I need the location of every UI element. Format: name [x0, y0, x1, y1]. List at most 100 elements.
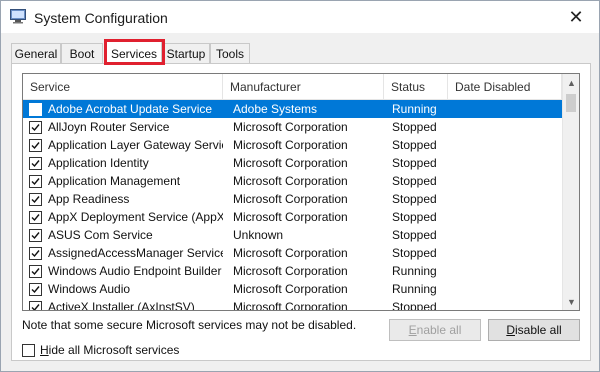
service-name: Application Identity — [48, 156, 149, 170]
column-header-status[interactable]: Status — [384, 74, 448, 100]
column-header-service[interactable]: Service — [23, 74, 223, 100]
services-list[interactable]: Service Manufacturer Status Date Disable… — [22, 73, 580, 311]
service-date-disabled — [456, 154, 556, 172]
service-status: Stopped — [392, 246, 437, 260]
table-row[interactable]: AppX Deployment Service (AppX... Microsof… — [23, 208, 562, 226]
service-date-disabled — [456, 172, 556, 190]
enable-all-label: nable all — [416, 323, 462, 337]
hide-microsoft-services-option[interactable]: Hide all Microsoft services — [22, 342, 179, 358]
service-status: Stopped — [392, 156, 437, 170]
table-row[interactable]: Adobe Acrobat Update Service Adobe System… — [23, 100, 562, 118]
table-row[interactable]: AssignedAccessManager Service Microsoft C… — [23, 244, 562, 262]
table-row[interactable]: Application Management Microsoft Corporat… — [23, 172, 562, 190]
system-config-icon — [10, 9, 26, 24]
service-checkbox[interactable] — [29, 265, 42, 278]
service-status: Stopped — [392, 210, 437, 224]
table-row[interactable]: Application Identity Microsoft Corporatio… — [23, 154, 562, 172]
service-manufacturer: Microsoft Corporation — [233, 192, 348, 206]
service-status: Running — [392, 282, 437, 296]
enable-all-mnemonic: E — [408, 323, 417, 337]
tab-boot[interactable]: Boot — [61, 43, 103, 64]
hide-microsoft-services-label: Hide all Microsoft services — [40, 343, 179, 357]
service-date-disabled — [456, 244, 556, 262]
checkmark-icon — [31, 106, 40, 114]
service-status: Running — [392, 264, 437, 278]
table-row[interactable]: ActiveX Installer (AxInstSV) Microsoft Co… — [23, 298, 562, 311]
service-date-disabled — [456, 226, 556, 244]
disable-all-mnemonic: D — [506, 323, 515, 337]
disable-all-button[interactable]: Disable all — [488, 319, 580, 341]
service-status: Stopped — [392, 174, 437, 188]
checkmark-icon — [31, 178, 40, 186]
service-name: ASUS Com Service — [48, 228, 153, 242]
service-manufacturer: Microsoft Corporation — [233, 264, 348, 278]
checkmark-icon — [31, 142, 40, 150]
service-date-disabled — [456, 190, 556, 208]
table-row[interactable]: Application Layer Gateway Service Microso… — [23, 136, 562, 154]
service-checkbox[interactable] — [29, 193, 42, 206]
service-name: ActiveX Installer (AxInstSV) — [48, 300, 195, 311]
checkmark-icon — [31, 196, 40, 204]
column-header-date-disabled[interactable]: Date Disabled — [448, 74, 562, 100]
service-manufacturer: Microsoft Corporation — [233, 156, 348, 170]
tab-startup[interactable]: Startup — [162, 43, 210, 64]
service-checkbox[interactable] — [29, 121, 42, 134]
service-manufacturer: Microsoft Corporation — [233, 282, 348, 296]
close-button[interactable]: ✕ — [553, 1, 599, 33]
enable-all-button[interactable]: Enable all — [389, 319, 481, 341]
checkmark-icon — [31, 214, 40, 222]
service-checkbox[interactable] — [29, 175, 42, 188]
column-header-manufacturer[interactable]: Manufacturer — [223, 74, 384, 100]
scroll-up-icon[interactable]: ▲ — [563, 74, 579, 91]
table-row[interactable]: AllJoyn Router Service Microsoft Corporat… — [23, 118, 562, 136]
service-manufacturer: Microsoft Corporation — [233, 300, 348, 311]
service-date-disabled — [456, 208, 556, 226]
checkmark-icon — [31, 160, 40, 168]
service-status: Stopped — [392, 300, 437, 311]
service-rows: Adobe Acrobat Update Service Adobe System… — [23, 100, 562, 311]
service-date-disabled — [456, 136, 556, 154]
scrollbar-thumb[interactable] — [566, 94, 576, 112]
tab-services[interactable]: Services — [106, 41, 162, 65]
service-manufacturer: Microsoft Corporation — [233, 174, 348, 188]
service-name: AppX Deployment Service (AppX... — [48, 210, 223, 224]
tab-general[interactable]: General — [11, 43, 61, 64]
service-status: Stopped — [392, 228, 437, 242]
service-date-disabled — [456, 298, 556, 310]
service-checkbox[interactable] — [29, 157, 42, 170]
service-manufacturer: Microsoft Corporation — [233, 120, 348, 134]
table-row[interactable]: Windows Audio Endpoint Builder Microsoft … — [23, 262, 562, 280]
service-checkbox[interactable] — [29, 211, 42, 224]
service-manufacturer: Microsoft Corporation — [233, 138, 348, 152]
service-date-disabled — [456, 100, 556, 118]
service-status: Stopped — [392, 138, 437, 152]
service-manufacturer: Microsoft Corporation — [233, 246, 348, 260]
vertical-scrollbar[interactable]: ▲ ▼ — [562, 74, 579, 310]
checkmark-icon — [31, 124, 40, 132]
service-name: AllJoyn Router Service — [48, 120, 170, 134]
service-checkbox[interactable] — [29, 103, 42, 116]
table-row[interactable]: ASUS Com Service Unknown Stopped — [23, 226, 562, 244]
scroll-down-icon[interactable]: ▼ — [563, 293, 579, 310]
hide-microsoft-services-checkbox[interactable] — [22, 343, 35, 357]
secure-services-note: Note that some secure Microsoft services… — [22, 318, 357, 332]
service-checkbox[interactable] — [29, 229, 42, 242]
disable-all-label: isable all — [514, 323, 562, 337]
service-checkbox[interactable] — [29, 301, 42, 310]
service-status: Stopped — [392, 120, 437, 134]
checkmark-icon — [31, 286, 40, 294]
checkmark-icon — [31, 232, 40, 240]
service-checkbox[interactable] — [29, 283, 42, 296]
title-bar: System Configuration ✕ — [1, 1, 599, 33]
tab-tools[interactable]: Tools — [210, 43, 250, 64]
service-name: Application Layer Gateway Service — [48, 138, 223, 152]
checkmark-icon — [31, 304, 40, 310]
table-row[interactable]: App Readiness Microsoft Corporation Stoppe… — [23, 190, 562, 208]
service-checkbox[interactable] — [29, 139, 42, 152]
list-header: Service Manufacturer Status Date Disable… — [23, 74, 562, 100]
close-icon: ✕ — [568, 6, 584, 27]
table-row[interactable]: Windows Audio Microsoft Corporation Runnin… — [23, 280, 562, 298]
service-checkbox[interactable] — [29, 247, 42, 260]
service-name: Adobe Acrobat Update Service — [48, 102, 213, 116]
checkmark-icon — [31, 250, 40, 258]
